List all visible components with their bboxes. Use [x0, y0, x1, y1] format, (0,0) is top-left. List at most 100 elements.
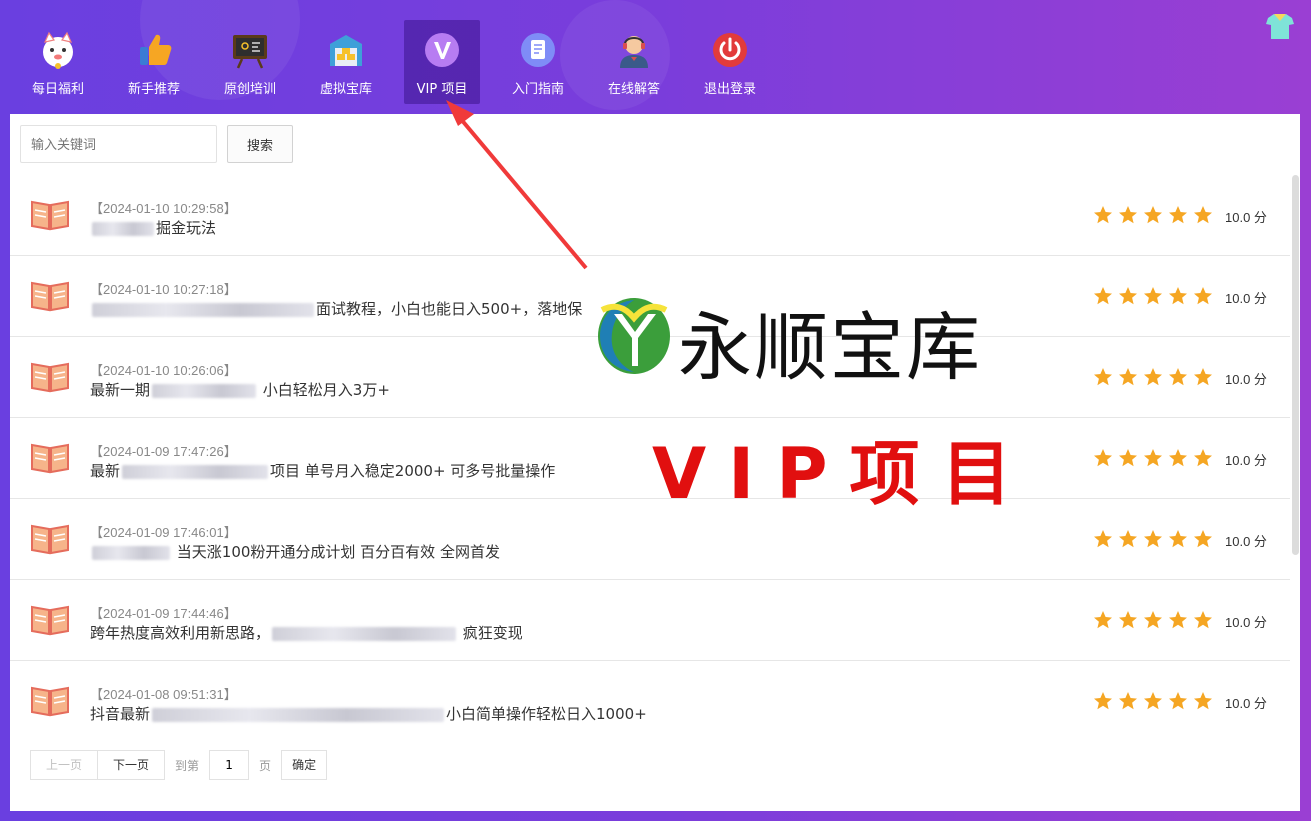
power-icon	[710, 30, 750, 70]
redacted-text	[92, 302, 314, 317]
nav-label: 每日福利	[31, 82, 84, 97]
search-button[interactable]: 搜索	[227, 125, 293, 163]
list-item[interactable]: 【2024-01-09 17:44:46】 跨年热度高效利用新思路， 疯狂变现 …	[10, 580, 1290, 661]
search-input[interactable]	[20, 125, 217, 163]
star-icon	[1093, 367, 1113, 391]
star-icon	[1118, 448, 1138, 472]
item-title[interactable]: 当天涨100粉开通分成计划 百分百有效 全网首发	[90, 541, 500, 562]
page-number-input[interactable]: 1	[209, 750, 250, 780]
star-icon	[1193, 691, 1213, 715]
nav-label: 虚拟宝库	[319, 82, 372, 97]
redacted-text	[92, 221, 154, 236]
item-title-text: 疯狂变现	[462, 624, 523, 642]
star-icon	[1193, 448, 1213, 472]
star-icon	[1118, 205, 1138, 229]
item-title[interactable]: 跨年热度高效利用新思路， 疯狂变现	[90, 622, 523, 643]
item-score: 10.0 分	[1225, 210, 1267, 225]
item-title[interactable]: 抖音最新 小白简单操作轻松日入1000+	[90, 703, 647, 724]
lucky-cat-icon	[38, 30, 78, 70]
rating-stars	[1093, 286, 1213, 310]
item-date: 【2024-01-10 10:29:58】	[90, 201, 237, 216]
vip-icon	[422, 30, 462, 70]
list-item[interactable]: 【2024-01-08 09:51:31】 抖音最新 小白简单操作轻松日入1000…	[10, 661, 1290, 742]
item-score: 10.0 分	[1225, 534, 1267, 549]
redacted-text	[152, 707, 445, 722]
next-page-button[interactable]: 下一页	[98, 750, 166, 780]
redacted-text	[152, 383, 257, 398]
star-icon	[1118, 529, 1138, 553]
item-title[interactable]: 最新一期 小白轻松月入3万+	[90, 379, 390, 400]
support-agent-icon	[614, 30, 654, 70]
nav-item-beginner-recommend[interactable]: 新手推荐	[106, 20, 202, 104]
item-score: 10.0 分	[1225, 453, 1267, 468]
shirt-icon[interactable]	[1265, 12, 1295, 40]
star-icon	[1093, 691, 1113, 715]
item-title-text: 项目 单号月入稳定2000+ 可多号批量操作	[270, 462, 556, 480]
book-icon	[31, 605, 69, 636]
scrollbar[interactable]	[1292, 175, 1299, 555]
star-icon	[1168, 448, 1188, 472]
list-item[interactable]: 【2024-01-10 10:29:58】 掘金玩法 10.0 分	[10, 175, 1290, 256]
star-icon	[1143, 610, 1163, 634]
star-icon	[1143, 367, 1163, 391]
item-title[interactable]: 掘金玩法	[90, 217, 216, 238]
confirm-page-button[interactable]: 确定	[281, 750, 328, 780]
star-icon	[1143, 205, 1163, 229]
prev-page-button[interactable]: 上一页	[30, 750, 99, 780]
item-title-prefix: 抖音最新	[90, 705, 151, 723]
star-icon	[1143, 286, 1163, 310]
goto-label: 到第	[175, 758, 200, 773]
nav-item-vip-project[interactable]: VIP 项目	[404, 20, 480, 104]
rating-stars	[1093, 691, 1213, 715]
item-score: 10.0 分	[1225, 291, 1267, 306]
star-icon	[1143, 529, 1163, 553]
redacted-text	[272, 626, 457, 641]
nav-item-daily-welfare[interactable]: 每日福利	[10, 20, 106, 104]
thumbs-up-icon	[134, 30, 174, 70]
item-score: 10.0 分	[1225, 372, 1267, 387]
watermark-vip-text: VIP项目	[652, 433, 1034, 515]
brand-logo-icon	[598, 298, 670, 374]
item-title-text: 掘金玩法	[156, 219, 217, 237]
list-item[interactable]: 【2024-01-09 17:47:26】 最新 项目 单号月入稳定2000+ 可…	[10, 418, 1290, 499]
star-icon	[1168, 205, 1188, 229]
item-title[interactable]: 面试教程，小白也能日入500+，落地保	[90, 298, 582, 319]
star-icon	[1143, 448, 1163, 472]
item-title-text: 当天涨100粉开通分成计划 百分百有效 全网首发	[176, 543, 500, 561]
nav-item-logout[interactable]: 退出登录	[682, 20, 778, 104]
top-navigation: 每日福利 新手推荐 原创培训 虚拟宝库 VIP 项目 入门指南 在线解答 退出登…	[10, 20, 778, 106]
star-icon	[1193, 529, 1213, 553]
nav-label: 入门指南	[511, 82, 564, 97]
star-icon	[1168, 610, 1188, 634]
nav-label: 新手推荐	[127, 82, 180, 97]
list-item[interactable]: 【2024-01-09 17:46:01】 当天涨100粉开通分成计划 百分百有…	[10, 499, 1290, 580]
pagination: 上一页 下一页 到第 1 页 确定	[30, 750, 328, 780]
star-icon	[1168, 691, 1188, 715]
item-score: 10.0 分	[1225, 696, 1267, 711]
warehouse-icon	[326, 30, 366, 70]
nav-item-original-training[interactable]: 原创培训	[202, 20, 298, 104]
star-icon	[1093, 529, 1113, 553]
star-icon	[1118, 610, 1138, 634]
item-title-text: 小白轻松月入3万+	[262, 381, 390, 399]
item-title[interactable]: 最新 项目 单号月入稳定2000+ 可多号批量操作	[90, 460, 555, 481]
item-date: 【2024-01-09 17:44:46】	[90, 606, 237, 621]
item-title-prefix: 最新一期	[90, 381, 151, 399]
watermark-brand-text: 永顺宝库	[678, 305, 982, 391]
item-date: 【2024-01-09 17:47:26】	[90, 444, 237, 459]
redacted-text	[92, 545, 170, 560]
nav-item-virtual-treasury[interactable]: 虚拟宝库	[298, 20, 394, 104]
nav-label: 退出登录	[703, 82, 756, 97]
blackboard-icon	[230, 30, 270, 70]
item-title-prefix: 最新	[90, 462, 121, 480]
item-date: 【2024-01-10 10:26:06】	[90, 363, 237, 378]
nav-item-online-answer[interactable]: 在线解答	[586, 20, 682, 104]
nav-item-getting-started[interactable]: 入门指南	[490, 20, 586, 104]
book-icon	[31, 686, 69, 717]
book-icon	[31, 200, 69, 231]
star-icon	[1168, 529, 1188, 553]
star-icon	[1168, 286, 1188, 310]
star-icon	[1118, 691, 1138, 715]
star-icon	[1193, 286, 1213, 310]
nav-label: 在线解答	[607, 82, 660, 97]
